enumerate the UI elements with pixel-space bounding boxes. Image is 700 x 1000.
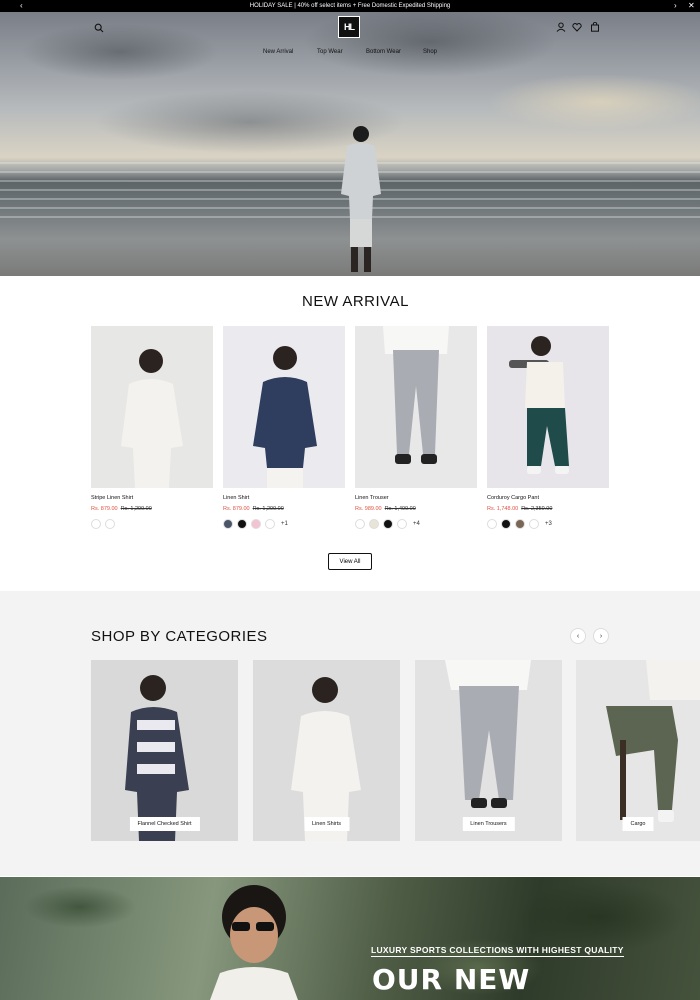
product-card[interactable]: Stripe Linen Shirt Rs. 879.00 Rs. 1,299.0…: [91, 326, 213, 529]
category-label[interactable]: Cargo: [622, 817, 654, 831]
color-swatch[interactable]: [355, 519, 365, 529]
color-swatch[interactable]: [223, 519, 233, 529]
announcement-prev-button[interactable]: ‹: [20, 0, 23, 12]
search-icon[interactable]: [94, 23, 104, 33]
more-colors-count[interactable]: +3: [545, 521, 552, 527]
banner-foliage: [0, 877, 700, 1000]
nav-bottom-wear[interactable]: Bottom Wear: [366, 49, 401, 55]
sale-price: Rs. 1,748.00: [487, 506, 519, 512]
hero-person-figure: [341, 126, 381, 272]
nav-shop[interactable]: Shop: [423, 49, 437, 55]
category-model-figure: [125, 675, 189, 841]
product-name[interactable]: Linen Trouser: [355, 495, 389, 501]
category-model-figure: [445, 660, 531, 808]
view-all-button[interactable]: View All: [328, 553, 372, 570]
category-card[interactable]: Flannel Checked Shirt: [91, 660, 238, 841]
sale-price: Rs. 989.00: [355, 506, 382, 512]
color-swatch[interactable]: [383, 519, 393, 529]
color-swatch[interactable]: [265, 519, 275, 529]
categories-title: SHOP BY CATEGORIES: [91, 628, 268, 645]
sale-price: Rs. 879.00: [223, 506, 250, 512]
color-swatch[interactable]: [501, 519, 511, 529]
product-price: Rs. 879.00 Rs. 1,299.00: [91, 506, 152, 512]
color-swatch[interactable]: [91, 519, 101, 529]
nav-new-arrival[interactable]: New Arrival: [263, 49, 293, 55]
categories-next-button[interactable]: ›: [593, 628, 609, 644]
banner-tagline: LUXURY SPORTS COLLECTIONS WITH HIGHEST Q…: [371, 945, 624, 957]
color-swatch[interactable]: [515, 519, 525, 529]
category-label[interactable]: Flannel Checked Shirt: [129, 817, 200, 831]
product-model-figure: [509, 336, 569, 474]
nav-top-wear[interactable]: Top Wear: [317, 49, 343, 55]
product-price: Rs. 879.00 Rs. 1,299.00: [223, 506, 284, 512]
category-card[interactable]: Linen Trousers: [415, 660, 562, 841]
product-model-figure: [253, 346, 317, 488]
color-swatch[interactable]: [237, 519, 247, 529]
banner-headline: OUR NEW: [372, 963, 531, 996]
category-card[interactable]: Cargo: [576, 660, 700, 841]
product-image[interactable]: [91, 326, 213, 488]
promo-banner: LUXURY SPORTS COLLECTIONS WITH HIGHEST Q…: [0, 877, 700, 1000]
product-price: Rs. 1,748.00 Rs. 2,350.00: [487, 506, 552, 512]
product-card[interactable]: Linen Shirt Rs. 879.00 Rs. 1,299.00 +1: [223, 326, 345, 529]
color-swatches: +1: [223, 519, 288, 529]
color-swatches: [91, 519, 115, 529]
category-label[interactable]: Linen Shirts: [303, 817, 350, 831]
hero-banner: [0, 12, 700, 276]
wishlist-heart-icon[interactable]: [572, 22, 582, 32]
announcement-text: HOLIDAY SALE | 40% off select items + Fr…: [249, 3, 451, 9]
announcement-next-button[interactable]: ›: [674, 0, 677, 12]
product-name[interactable]: Stripe Linen Shirt: [91, 495, 133, 501]
product-name[interactable]: Corduroy Cargo Pant: [487, 495, 539, 501]
account-icon[interactable]: [556, 22, 566, 32]
product-image[interactable]: [355, 326, 477, 488]
color-swatch[interactable]: [487, 519, 497, 529]
product-model-figure: [121, 349, 183, 488]
original-price: Rs. 1,299.00: [120, 506, 152, 512]
color-swatch[interactable]: [105, 519, 115, 529]
sale-price: Rs. 879.00: [91, 506, 118, 512]
color-swatch[interactable]: [397, 519, 407, 529]
product-price: Rs. 989.00 Rs. 1,499.00: [355, 506, 416, 512]
category-model-figure: [291, 677, 361, 841]
categories-prev-button[interactable]: ‹: [570, 628, 586, 644]
product-model-figure: [383, 326, 449, 464]
banner-model-figure: [210, 885, 298, 1000]
new-arrival-title: NEW ARRIVAL: [302, 293, 409, 310]
original-price: Rs. 2,350.00: [521, 506, 553, 512]
category-card[interactable]: Linen Shirts: [253, 660, 400, 841]
color-swatches: +3: [487, 519, 552, 529]
more-colors-count[interactable]: +1: [281, 521, 288, 527]
product-name[interactable]: Linen Shirt: [223, 495, 249, 501]
product-card[interactable]: Linen Trouser Rs. 989.00 Rs. 1,499.00 +4: [355, 326, 477, 529]
product-image[interactable]: [223, 326, 345, 488]
brand-logo[interactable]: HL: [338, 16, 360, 38]
more-colors-count[interactable]: +4: [413, 521, 420, 527]
color-swatches: +4: [355, 519, 420, 529]
color-swatch[interactable]: [251, 519, 261, 529]
product-image[interactable]: [487, 326, 609, 488]
category-label[interactable]: Linen Trousers: [462, 817, 515, 831]
color-swatch[interactable]: [529, 519, 539, 529]
color-swatch[interactable]: [369, 519, 379, 529]
product-card[interactable]: Corduroy Cargo Pant Rs. 1,748.00 Rs. 2,35…: [487, 326, 609, 529]
cart-bag-icon[interactable]: [590, 22, 600, 32]
original-price: Rs. 1,299.00: [252, 506, 284, 512]
category-model-figure: [606, 660, 700, 822]
announcement-bar: ‹ HOLIDAY SALE | 40% off select items + …: [0, 0, 700, 12]
original-price: Rs. 1,499.00: [384, 506, 416, 512]
announcement-close-button[interactable]: ✕: [688, 0, 695, 12]
